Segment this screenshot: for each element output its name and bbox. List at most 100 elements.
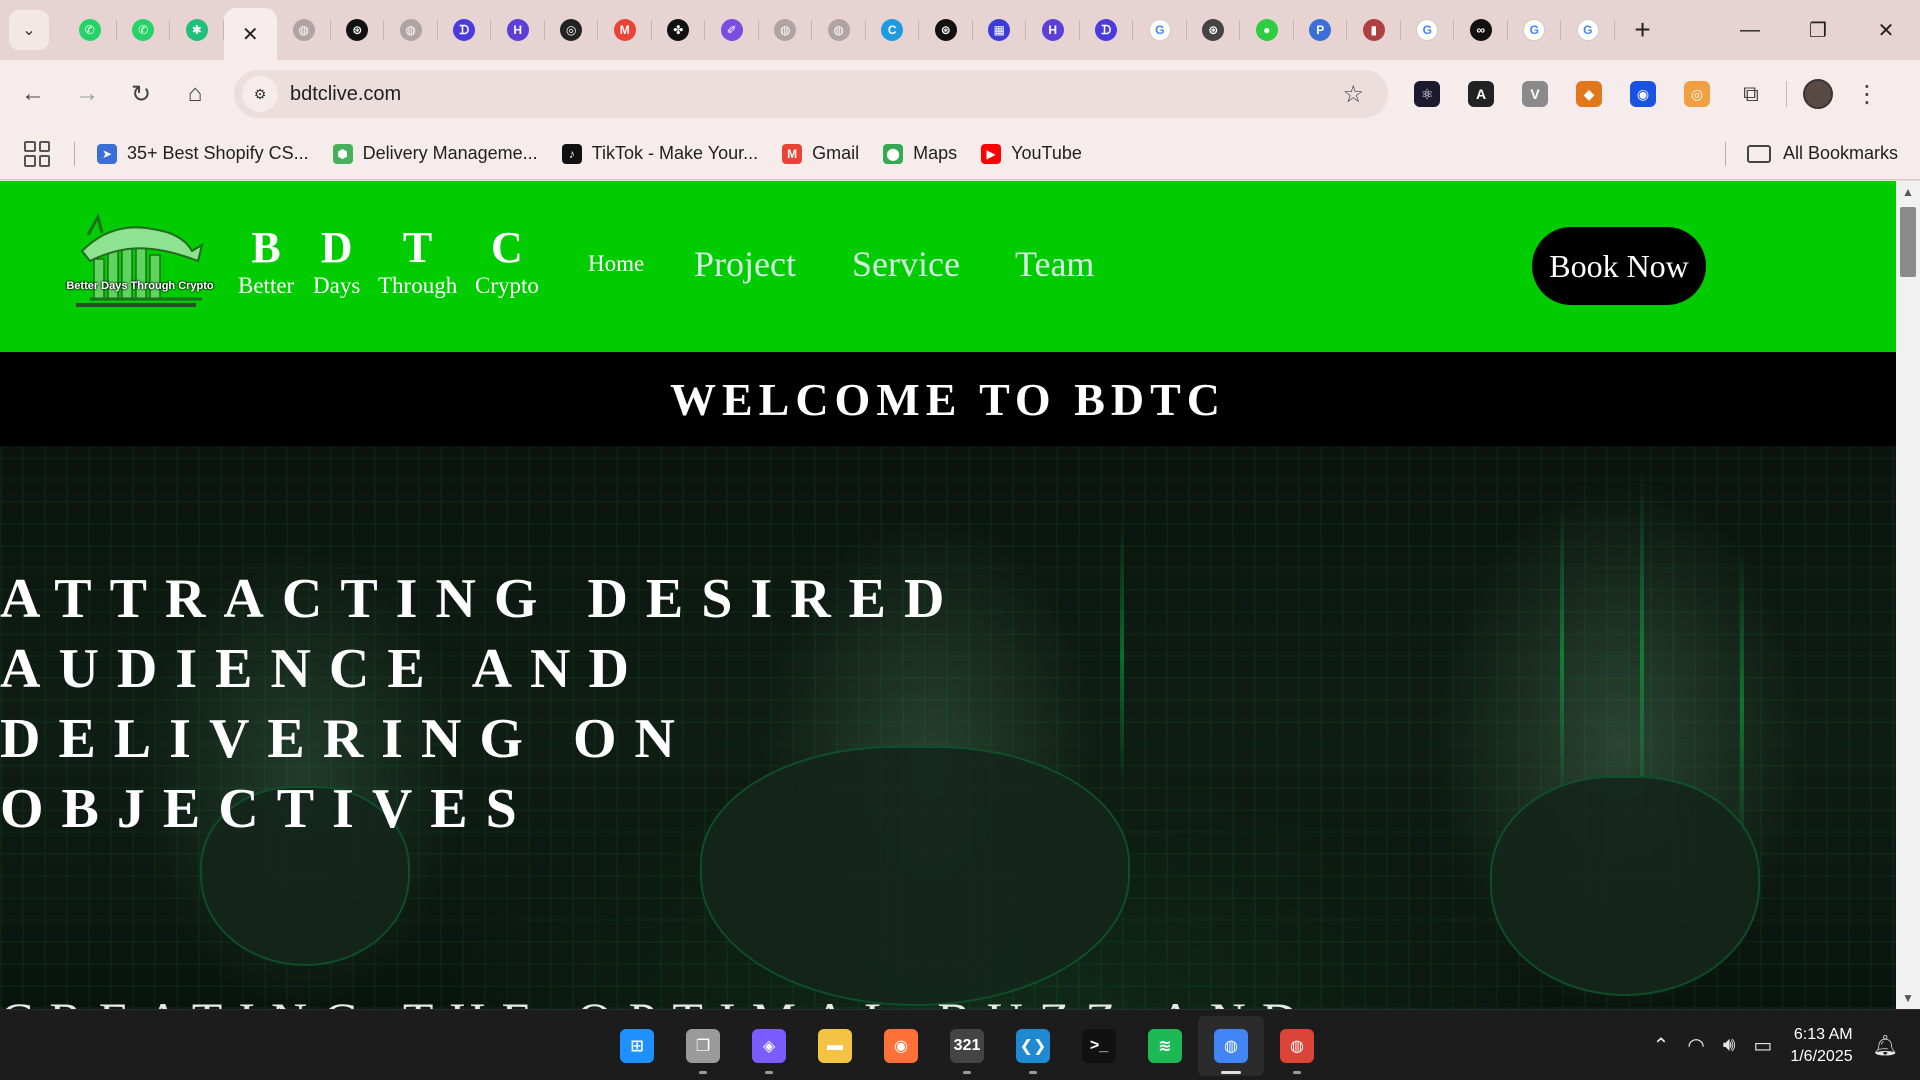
browser-tab[interactable]: ◍ xyxy=(384,0,438,60)
taskbar-app-button[interactable]: >_ xyxy=(1066,1016,1132,1076)
browser-tab[interactable]: ▮ xyxy=(1347,0,1401,60)
all-bookmarks-button[interactable]: All Bookmarks xyxy=(1746,143,1898,164)
browser-tab[interactable]: G xyxy=(1508,0,1562,60)
browser-tab[interactable]: ⊛ xyxy=(331,0,385,60)
taskbar-app-button[interactable]: ▬ xyxy=(802,1016,868,1076)
bookmark-item[interactable]: M Gmail xyxy=(782,143,859,164)
browser-tab[interactable]: ✐ xyxy=(705,0,759,60)
new-tab-button[interactable]: + xyxy=(1623,14,1663,46)
taskbar-app-button[interactable]: ◉ xyxy=(868,1016,934,1076)
close-window-button[interactable]: ✕ xyxy=(1852,0,1920,60)
firefox-icon: ◉ xyxy=(884,1028,918,1063)
chatgpt-icon: ⊛ xyxy=(1202,19,1225,41)
brand-letter-c: C Crypto xyxy=(475,225,539,301)
browser-tab[interactable]: C xyxy=(866,0,920,60)
youtube-icon: ▶ xyxy=(981,143,1002,164)
taskbar-app-button[interactable]: 321 xyxy=(934,1016,1000,1076)
browser-tab[interactable]: ◍ xyxy=(812,0,866,60)
vue-icon: V xyxy=(1522,81,1548,107)
extension-button[interactable]: A xyxy=(1454,67,1508,121)
browser-tab[interactable]: P xyxy=(1294,0,1348,60)
taskbar-app-button[interactable]: ≋ xyxy=(1132,1016,1198,1076)
taskbar-app-button[interactable]: ◈ xyxy=(736,1016,802,1076)
browser-tab[interactable]: ✱ xyxy=(170,0,224,60)
taskbar-app-button[interactable]: ❮❯ xyxy=(1000,1016,1066,1076)
nav-home-link[interactable]: Home xyxy=(588,251,644,277)
pp-icon: P xyxy=(1309,19,1332,41)
scroll-up-arrow-icon[interactable]: ▲ xyxy=(1896,185,1920,199)
bookmark-item[interactable]: ⬤ Maps xyxy=(883,143,957,164)
browser-tab[interactable]: ◍ xyxy=(277,0,331,60)
nav-team-link[interactable]: Team xyxy=(1015,243,1094,285)
book-now-button[interactable]: Book Now xyxy=(1532,227,1706,305)
browser-tab[interactable]: ᗪ xyxy=(438,0,492,60)
forward-button[interactable]: → xyxy=(60,67,114,121)
taskbar-app-button[interactable]: ⊞ xyxy=(604,1016,670,1076)
browser-tab[interactable]: ᗪ xyxy=(1080,0,1134,60)
bookmark-item[interactable]: ♪ TikTok - Make Your... xyxy=(561,143,758,164)
url-text[interactable]: bdtclive.com xyxy=(290,83,401,106)
globe-icon: ◍ xyxy=(827,19,850,41)
hero-section: ATTRACTING DESIRED AUDIENCE AND DELIVERI… xyxy=(0,446,1896,1009)
hero-title: ATTRACTING DESIRED AUDIENCE AND DELIVERI… xyxy=(0,564,1100,844)
brand-letter-t: T Through xyxy=(378,225,457,301)
battery-icon[interactable]: ▭ xyxy=(1753,1033,1772,1058)
browser-tab[interactable]: G xyxy=(1133,0,1187,60)
browser-tab[interactable]: ◎ xyxy=(545,0,599,60)
site-info-icon[interactable]: ⚙ xyxy=(242,76,278,112)
back-button[interactable]: ← xyxy=(6,67,60,121)
browser-tab[interactable]: G xyxy=(1401,0,1455,60)
minimize-button[interactable]: — xyxy=(1716,0,1784,60)
tab-search-button[interactable]: ⌄ xyxy=(9,10,49,50)
reload-button[interactable]: ↻ xyxy=(114,67,168,121)
browser-tab[interactable]: ▦ xyxy=(973,0,1027,60)
extension-button[interactable]: V xyxy=(1508,67,1562,121)
wifi-icon[interactable]: ◠ xyxy=(1687,1033,1704,1058)
notification-bell-icon[interactable]: 🔔︎ xyxy=(1873,1033,1898,1058)
taskbar-app-button[interactable]: ❐ xyxy=(670,1016,736,1076)
close-icon[interactable]: ✕ xyxy=(242,22,259,47)
browser-tab[interactable]: H xyxy=(1026,0,1080,60)
show-hidden-icons-chevron-icon[interactable]: ⌃ xyxy=(1653,1033,1670,1058)
nav-project-link[interactable]: Project xyxy=(694,243,796,285)
taskbar-app-button[interactable]: ◍ xyxy=(1198,1015,1264,1076)
tab-active[interactable]: ✕ xyxy=(223,8,277,60)
extensions-puzzle-icon[interactable]: ⧉ xyxy=(1724,67,1778,121)
kebab-menu-icon[interactable]: ⋮ xyxy=(1855,80,1879,109)
bookmark-star-icon[interactable]: ☆ xyxy=(1342,80,1364,109)
browser-tab[interactable]: ✆ xyxy=(117,0,171,60)
bookmark-item[interactable]: ⬢ Delivery Manageme... xyxy=(332,143,538,164)
bookmark-item[interactable]: ➤ 35+ Best Shopify CS... xyxy=(97,143,309,164)
extension-button[interactable]: ◉ xyxy=(1616,67,1670,121)
extension-button[interactable]: ◆ xyxy=(1562,67,1616,121)
volume-icon[interactable]: 🔊︎ xyxy=(1723,1034,1736,1057)
browser-tab[interactable]: M xyxy=(598,0,652,60)
windows-start-icon: ⊞ xyxy=(620,1028,654,1063)
brand-letter-b: B Better xyxy=(238,225,294,301)
browser-tab[interactable]: ✆ xyxy=(63,0,117,60)
browser-tab[interactable]: ∞ xyxy=(1454,0,1508,60)
clock[interactable]: 6:13 AM 1/6/2025 xyxy=(1790,1024,1852,1068)
browser-tab[interactable]: ⊛ xyxy=(919,0,973,60)
taskbar-app-button[interactable]: ◍ xyxy=(1264,1016,1330,1076)
nav-service-link[interactable]: Service xyxy=(852,243,960,285)
apps-grid-icon[interactable] xyxy=(24,140,50,167)
arrow-icon: ➤ xyxy=(97,143,117,164)
address-bar[interactable]: ⚙ bdtclive.com ☆ xyxy=(234,70,1388,118)
scrollbar-thumb[interactable] xyxy=(1900,207,1916,277)
browser-tab[interactable]: H xyxy=(491,0,545,60)
browser-tab[interactable]: G xyxy=(1561,0,1615,60)
browser-tab[interactable]: ⊛ xyxy=(1187,0,1241,60)
extension-button[interactable]: ◎ xyxy=(1670,67,1724,121)
brand-word: Days xyxy=(313,273,361,298)
scroll-down-arrow-icon[interactable]: ▼ xyxy=(1896,991,1920,1005)
browser-tab[interactable]: ◍ xyxy=(759,0,813,60)
restore-button[interactable]: ❐ xyxy=(1784,0,1852,60)
bookmark-item[interactable]: ▶ YouTube xyxy=(981,143,1082,164)
page-scrollbar[interactable]: ▲ ▼ xyxy=(1896,181,1920,1009)
browser-tab[interactable]: ✤ xyxy=(652,0,706,60)
extension-button[interactable]: ⚛ xyxy=(1400,67,1454,121)
home-button[interactable]: ⌂ xyxy=(168,67,222,121)
browser-tab[interactable]: ● xyxy=(1240,0,1294,60)
profile-avatar[interactable] xyxy=(1803,79,1833,109)
